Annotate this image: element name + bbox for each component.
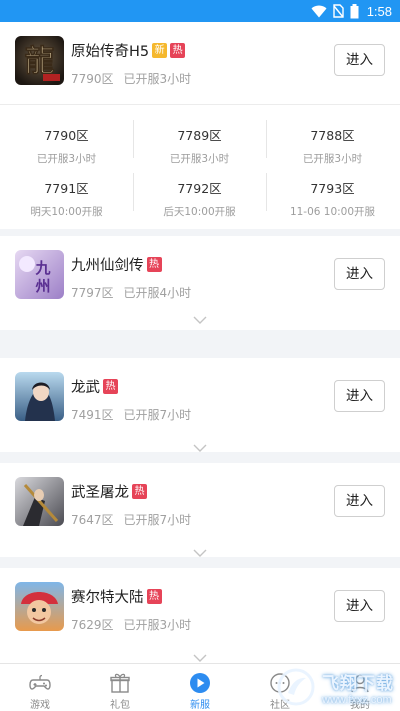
server-grid: 7790区 已开服3小时 7789区 已开服3小时 7788区 已开服3小时 7… bbox=[0, 104, 400, 224]
game-icon-saierte[interactable] bbox=[15, 582, 64, 631]
server-open-time: 后天10:00开服 bbox=[163, 206, 236, 218]
server-zone: 7629区 bbox=[71, 618, 114, 632]
game-row: 赛尔特大陆 热 7629区 已开服3小时 进入 bbox=[0, 568, 400, 648]
server-open-time: 明天10:00开服 bbox=[30, 206, 103, 218]
hot-badge: 热 bbox=[146, 589, 162, 604]
open-status: 已开服3小时 bbox=[123, 618, 192, 632]
game-name: 赛尔特大陆 bbox=[71, 590, 144, 606]
play-icon bbox=[190, 673, 210, 693]
server-open-time: 11-06 10:00开服 bbox=[289, 206, 376, 218]
server-cell[interactable]: 7788区 已开服3小时 bbox=[266, 118, 399, 168]
server-name: 7792区 bbox=[177, 181, 222, 196]
watermark-text: 飞翔下载 bbox=[322, 673, 394, 694]
status-bar: 1:58 bbox=[0, 0, 400, 22]
divider bbox=[266, 120, 267, 158]
chevron-down-icon[interactable] bbox=[193, 444, 207, 452]
status-time: 1:58 bbox=[366, 3, 392, 19]
server-name: 7790区 bbox=[44, 128, 89, 143]
open-status: 已开服3小时 bbox=[123, 72, 192, 86]
server-cell[interactable]: 7791区 明天10:00开服 bbox=[0, 171, 133, 221]
divider bbox=[266, 173, 267, 211]
game-name: 原始传奇H5 bbox=[71, 44, 150, 60]
game-row: 龙武 热 7491区 已开服7小时 进入 bbox=[0, 358, 400, 438]
server-cell[interactable]: 7792区 后天10:00开服 bbox=[133, 171, 266, 221]
game-row: 龍 原始传奇H5 新 热 7790区 已开服3小时 进入 bbox=[0, 22, 400, 102]
game-name: 龙武 bbox=[71, 380, 100, 396]
tab-label: 游戏 bbox=[30, 700, 50, 711]
game-row: 武圣屠龙 热 7647区 已开服7小时 进入 bbox=[0, 463, 400, 543]
server-zone: 7647区 bbox=[71, 513, 114, 527]
svg-text:州: 州 bbox=[34, 277, 50, 295]
hot-badge: 热 bbox=[170, 43, 186, 58]
open-status: 已开服7小时 bbox=[123, 408, 192, 422]
chevron-down-icon[interactable] bbox=[193, 654, 207, 662]
watermark-url: www.fxxz.com bbox=[322, 693, 392, 706]
watermark-logo-icon bbox=[277, 668, 315, 706]
server-open-time: 已开服3小时 bbox=[36, 153, 97, 165]
game-card: 赛尔特大陆 热 7629区 已开服3小时 进入 bbox=[0, 568, 400, 663]
server-zone: 7797区 bbox=[71, 286, 114, 300]
game-icon-yuanshi[interactable]: 龍 bbox=[15, 36, 64, 85]
server-open-time: 已开服3小时 bbox=[302, 153, 363, 165]
game-row: 九 州 九州仙剑传 热 7797区 已开服4小时 进入 bbox=[0, 236, 400, 316]
watermark: 飞翔下载 www.fxxz.com bbox=[276, 667, 394, 707]
server-zone: 7790区 bbox=[71, 72, 114, 86]
server-name: 7791区 bbox=[44, 181, 89, 196]
new-badge: 新 bbox=[152, 43, 168, 58]
no-sim-icon bbox=[332, 4, 344, 18]
game-name: 九州仙剑传 bbox=[71, 258, 144, 274]
gift-icon bbox=[110, 673, 130, 693]
server-open-time: 已开服3小时 bbox=[169, 153, 230, 165]
server-list[interactable]: 龍 原始传奇H5 新 热 7790区 已开服3小时 进入 7790区 已开服3小… bbox=[0, 22, 400, 663]
wifi-icon bbox=[311, 5, 327, 17]
tab-games[interactable]: 游戏 bbox=[0, 664, 80, 711]
svg-text:九: 九 bbox=[34, 259, 50, 277]
server-zone: 7491区 bbox=[71, 408, 114, 422]
enter-button[interactable]: 进入 bbox=[334, 590, 385, 622]
enter-button[interactable]: 进入 bbox=[334, 44, 385, 76]
hot-badge: 热 bbox=[103, 379, 118, 394]
gamepad-icon bbox=[29, 674, 51, 690]
tab-new-servers[interactable]: 新服 bbox=[160, 664, 240, 711]
chevron-down-icon[interactable] bbox=[193, 316, 207, 324]
server-name: 7789区 bbox=[177, 128, 222, 143]
server-cell[interactable]: 7790区 已开服3小时 bbox=[0, 118, 133, 168]
tab-label: 礼包 bbox=[110, 700, 130, 711]
divider bbox=[133, 120, 134, 158]
hot-badge: 热 bbox=[132, 484, 147, 499]
svg-text:龍: 龍 bbox=[25, 44, 55, 79]
enter-button[interactable]: 进入 bbox=[334, 258, 385, 290]
game-icon-longwu[interactable] bbox=[15, 372, 64, 421]
divider bbox=[133, 173, 134, 211]
server-name: 7793区 bbox=[310, 181, 355, 196]
battery-icon bbox=[350, 3, 359, 18]
game-card: 武圣屠龙 热 7647区 已开服7小时 进入 bbox=[0, 463, 400, 557]
game-card: 九 州 九州仙剑传 热 7797区 已开服4小时 进入 bbox=[0, 236, 400, 330]
game-card: 龙武 热 7491区 已开服7小时 进入 bbox=[0, 358, 400, 452]
hot-badge: 热 bbox=[146, 257, 162, 272]
open-status: 已开服7小时 bbox=[123, 513, 192, 527]
server-cell[interactable]: 7793区 11-06 10:00开服 bbox=[266, 171, 399, 221]
enter-button[interactable]: 进入 bbox=[334, 485, 385, 517]
game-name: 武圣屠龙 bbox=[71, 485, 129, 501]
tab-label: 新服 bbox=[190, 700, 210, 711]
open-status: 已开服4小时 bbox=[123, 286, 192, 300]
chevron-down-icon[interactable] bbox=[193, 549, 207, 557]
featured-game-card: 龍 原始传奇H5 新 热 7790区 已开服3小时 进入 7790区 已开服3小… bbox=[0, 22, 400, 229]
server-cell[interactable]: 7789区 已开服3小时 bbox=[133, 118, 266, 168]
tab-gifts[interactable]: 礼包 bbox=[80, 664, 160, 711]
game-icon-wusheng[interactable] bbox=[15, 477, 64, 526]
game-icon-jiuzhou[interactable]: 九 州 bbox=[15, 250, 64, 299]
server-name: 7788区 bbox=[310, 128, 355, 143]
enter-button[interactable]: 进入 bbox=[334, 380, 385, 412]
